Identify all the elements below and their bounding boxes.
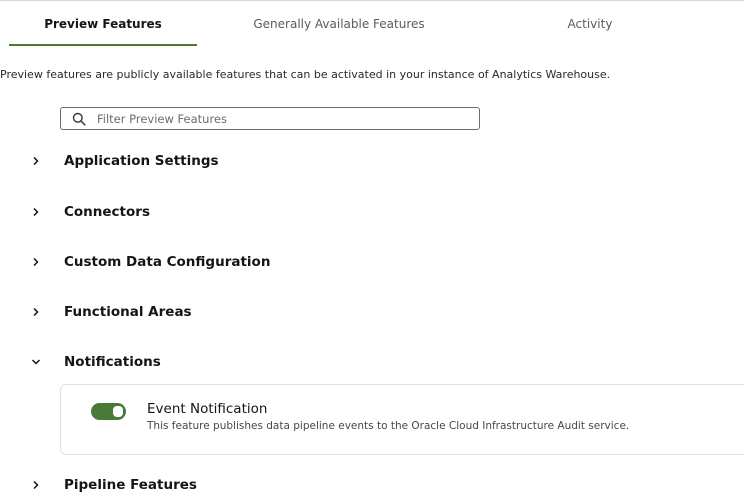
feature-description: This feature publishes data pipeline eve… [147, 420, 630, 432]
active-tab-indicator [9, 44, 197, 46]
section-pipeline-features[interactable]: Pipeline Features [0, 471, 744, 493]
section-application-settings[interactable]: Application Settings [0, 147, 744, 177]
section-label: Functional Areas [64, 304, 192, 320]
event-notification-toggle[interactable] [91, 403, 126, 420]
section-functional-areas[interactable]: Functional Areas [0, 298, 744, 328]
tab-preview-features[interactable]: Preview Features [9, 1, 197, 46]
chevron-down-icon [31, 359, 41, 365]
page-description: Preview features are publicly available … [0, 68, 611, 81]
chevron-right-icon [33, 156, 39, 166]
feature-card-event-notification: Event Notification This feature publishe… [60, 384, 744, 455]
feature-tabs: Preview Features Generally Available Fea… [0, 0, 744, 46]
section-label: Connectors [64, 204, 150, 220]
section-label: Custom Data Configuration [64, 254, 271, 270]
tab-generally-available-features[interactable]: Generally Available Features [228, 1, 450, 46]
feature-title: Event Notification [147, 401, 268, 417]
section-notifications[interactable]: Notifications [0, 348, 744, 378]
filter-search-box[interactable] [60, 107, 480, 130]
section-label: Pipeline Features [64, 477, 197, 493]
chevron-right-icon [33, 307, 39, 317]
section-custom-data-configuration[interactable]: Custom Data Configuration [0, 248, 744, 278]
preview-features-page: Preview Features Generally Available Fea… [0, 0, 744, 493]
toggle-knob [113, 406, 123, 417]
search-icon [72, 112, 86, 126]
filter-preview-features-input[interactable] [97, 110, 467, 127]
chevron-right-icon [33, 480, 39, 490]
tab-activity[interactable]: Activity [520, 1, 660, 46]
section-label: Notifications [64, 354, 161, 370]
chevron-right-icon [33, 207, 39, 217]
section-connectors[interactable]: Connectors [0, 198, 744, 228]
section-label: Application Settings [64, 153, 219, 169]
chevron-right-icon [33, 257, 39, 267]
